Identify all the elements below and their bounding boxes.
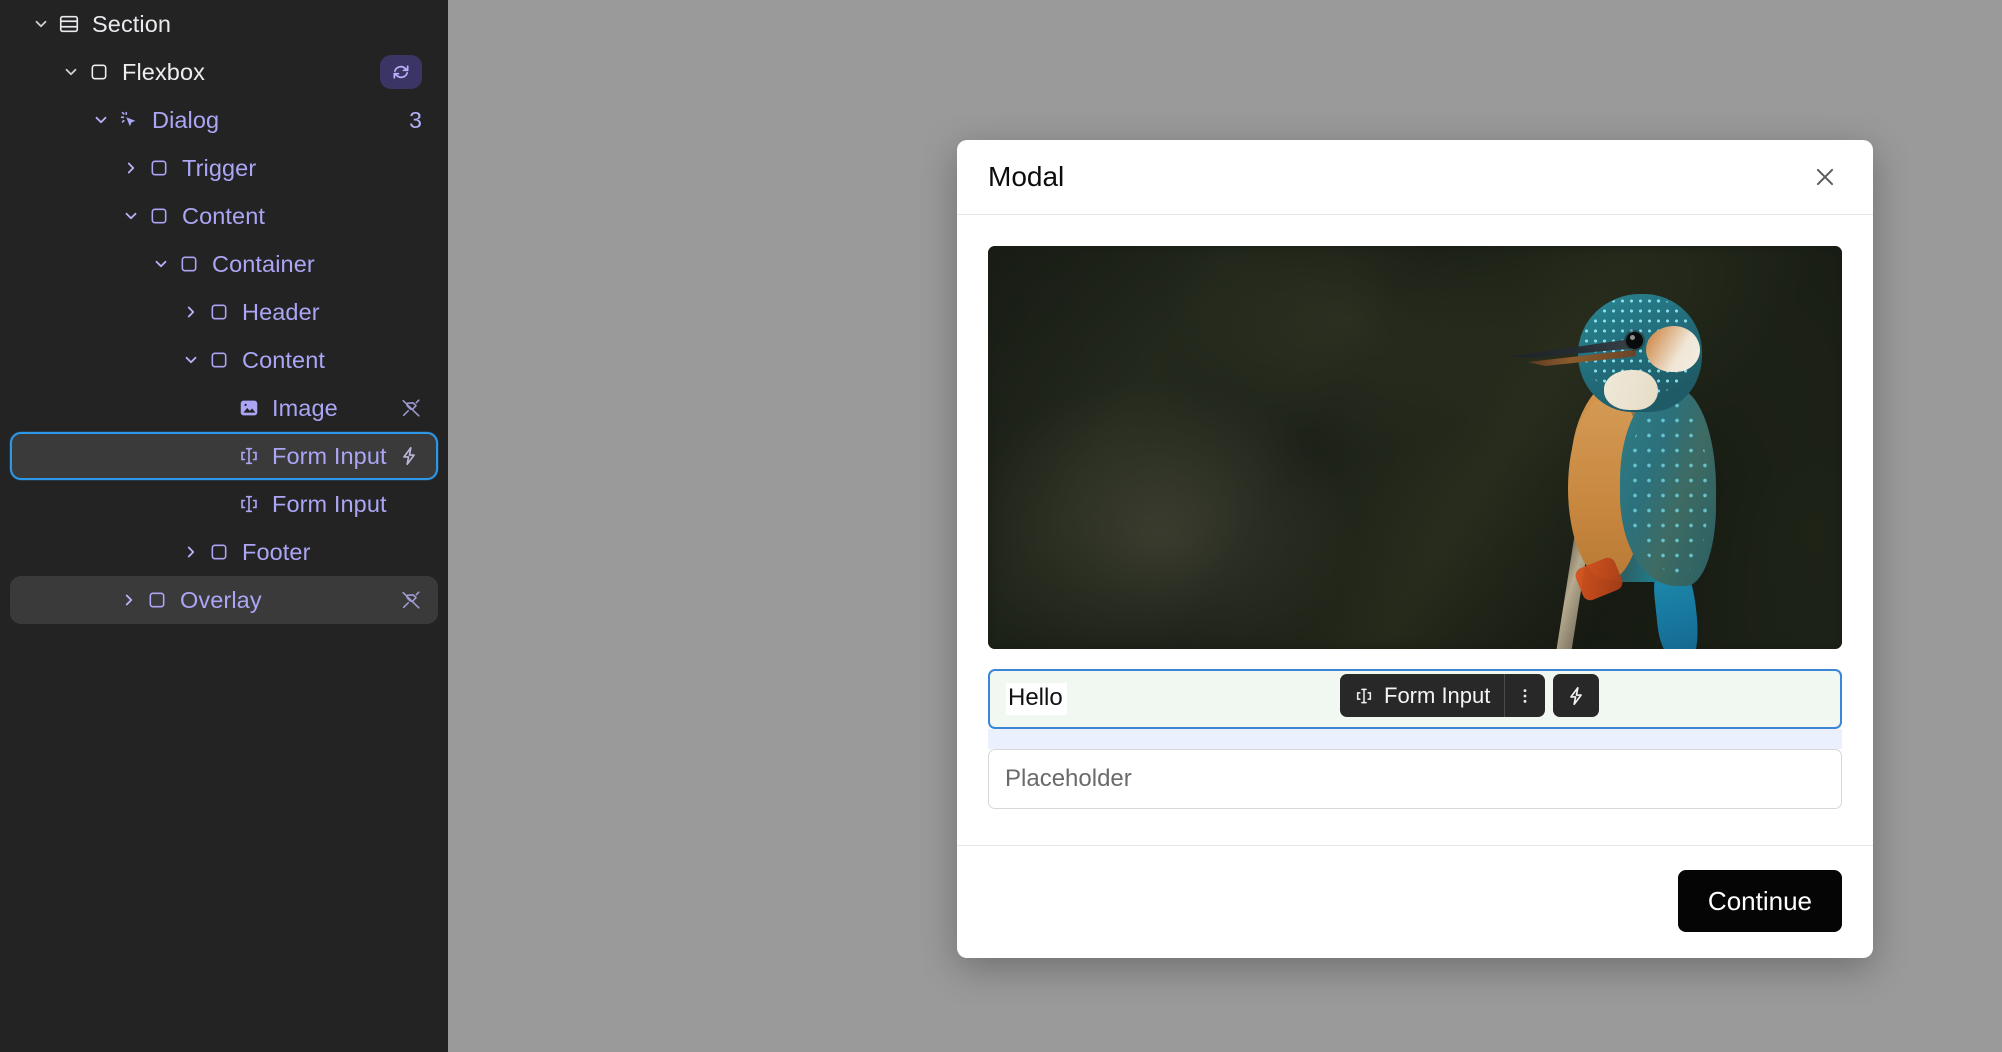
tree-item-label: Footer [242, 538, 311, 565]
tree-item-label: Flexbox [122, 58, 205, 85]
tree-item-trailing [400, 397, 422, 419]
bird-shape [1508, 270, 1828, 649]
tree-item-label: Image [272, 394, 338, 421]
chevron-down-icon[interactable] [118, 207, 144, 225]
design-canvas[interactable]: Modal Form Input Hello Placeholder Conti… [448, 0, 2002, 1052]
tree-item-trailing [400, 589, 422, 611]
unplug-icon[interactable] [400, 589, 422, 611]
box-icon [204, 302, 234, 322]
app-root: Section Flexbox Dialog 3 Trigger Content… [0, 0, 2002, 1052]
tree-item-label: Content [182, 202, 266, 229]
selection-toolbar: Form Input [1340, 674, 1600, 717]
tree-item-trailing [398, 445, 420, 467]
bird-cheek [1646, 326, 1700, 372]
modal-dialog: Modal Form Input Hello Placeholder Conti… [957, 140, 1873, 958]
chevron-right-icon[interactable] [116, 591, 142, 609]
second-input[interactable]: Placeholder [988, 749, 1842, 809]
tree-item-label: Section [92, 10, 172, 37]
layer-tree: Section Flexbox Dialog 3 Trigger Content… [0, 0, 448, 624]
bird-eye [1626, 332, 1643, 349]
tree-item-form-input-2[interactable]: Form Input [10, 480, 438, 528]
child-count: 3 [409, 106, 422, 133]
continue-button[interactable]: Continue [1677, 870, 1842, 932]
tree-item-dialog[interactable]: Dialog 3 [10, 96, 438, 144]
chevron-down-icon[interactable] [178, 351, 204, 369]
selection-label: Form Input [1384, 682, 1491, 708]
close-icon[interactable] [1808, 160, 1842, 194]
second-input-placeholder: Placeholder [1005, 765, 1132, 792]
box-icon [204, 350, 234, 370]
chevron-down-icon[interactable] [58, 63, 84, 81]
tree-item-section[interactable]: Section [10, 0, 438, 48]
selection-pill[interactable]: Form Input [1340, 674, 1546, 717]
tree-item-trigger[interactable]: Trigger [10, 144, 438, 192]
tree-item-overlay[interactable]: Overlay [10, 576, 438, 624]
bolt-icon[interactable] [1553, 674, 1600, 717]
form-input-icon [1354, 686, 1374, 706]
layers-sidebar: Section Flexbox Dialog 3 Trigger Content… [0, 0, 448, 1052]
first-input-value: Hello [1006, 682, 1067, 716]
chevron-right-icon[interactable] [118, 159, 144, 177]
image-icon [234, 397, 264, 419]
bolt-icon[interactable] [398, 445, 420, 467]
kingfisher-photo[interactable] [988, 246, 1842, 649]
chevron-down-icon[interactable] [28, 15, 54, 33]
chevron-down-icon[interactable] [88, 111, 114, 129]
unplug-icon[interactable] [400, 397, 422, 419]
box-icon [174, 254, 204, 274]
tree-item-flexbox[interactable]: Flexbox [10, 48, 438, 96]
tree-item-label: Container [212, 250, 315, 277]
modal-body: Form Input Hello Placeholder [957, 215, 1873, 845]
box-icon [144, 158, 174, 178]
cursor-click-icon [114, 109, 144, 131]
box-icon [142, 590, 172, 610]
form-input-icon [234, 445, 264, 467]
tree-item-label: Content [242, 346, 326, 373]
form-input-icon [234, 493, 264, 515]
tree-item-content-container[interactable]: Content [10, 336, 438, 384]
box-icon [144, 206, 174, 226]
tree-item-label: Header [242, 298, 320, 325]
refresh-icon[interactable] [380, 55, 422, 89]
box-icon [84, 62, 114, 82]
tree-item-label: Overlay [180, 586, 262, 613]
tree-item-label: Form Input [272, 442, 387, 469]
chevron-down-icon[interactable] [148, 255, 174, 273]
modal-footer: Continue [957, 845, 1873, 958]
tree-item-label: Trigger [182, 154, 257, 181]
kebab-menu-icon[interactable] [1505, 674, 1545, 717]
tree-item-trailing: 3 [409, 107, 422, 134]
tree-item-footer[interactable]: Footer [10, 528, 438, 576]
section-icon [54, 13, 84, 35]
tree-item-content-dialog[interactable]: Content [10, 192, 438, 240]
tree-item-label: Dialog [152, 106, 220, 133]
modal-title: Modal [988, 161, 1065, 192]
selection-pill-main[interactable]: Form Input [1340, 674, 1504, 717]
box-icon [204, 542, 234, 562]
tree-item-label: Form Input [272, 490, 387, 517]
bird-throat [1604, 370, 1658, 410]
chevron-right-icon[interactable] [178, 543, 204, 561]
tree-item-image[interactable]: Image [10, 384, 438, 432]
chevron-right-icon[interactable] [178, 303, 204, 321]
tree-item-header[interactable]: Header [10, 288, 438, 336]
field-gap-highlight [988, 729, 1842, 749]
tree-item-trailing [380, 55, 422, 89]
tree-item-form-input-selected[interactable]: Form Input [10, 432, 438, 480]
modal-header: Modal [957, 140, 1873, 215]
tree-item-container[interactable]: Container [10, 240, 438, 288]
